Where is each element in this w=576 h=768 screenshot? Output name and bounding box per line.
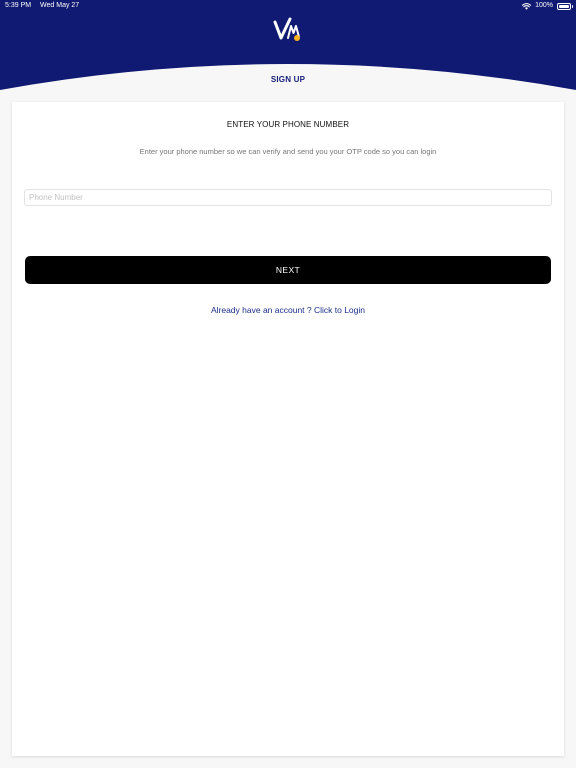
header: 5:39 PM Wed May 27 100% SIGN UP — [0, 0, 576, 100]
card-heading: ENTER YOUR PHONE NUMBER — [226, 120, 350, 129]
status-date: Wed May 27 — [40, 2, 80, 9]
status-time: 5:39 PM — [5, 2, 32, 9]
login-link[interactable]: Already have an account ? Click to Login — [12, 305, 564, 315]
battery-icon — [557, 2, 573, 10]
phone-number-input[interactable] — [24, 189, 552, 206]
signup-card: ENTER YOUR PHONE NUMBER Enter your phone… — [12, 102, 564, 756]
status-bar: 5:39 PM Wed May 27 100% — [0, 0, 576, 12]
app-logo — [273, 17, 300, 41]
page-title: SIGN UP — [270, 75, 306, 84]
battery-percent: 100% — [535, 2, 553, 9]
status-left: 5:39 PM Wed May 27 — [5, 0, 86, 12]
wifi-icon — [522, 2, 532, 10]
signup-screen: 5:39 PM Wed May 27 100% SIGN UP ENTER YO… — [0, 0, 576, 768]
status-right: 100% — [522, 0, 573, 12]
next-button[interactable]: NEXT — [25, 256, 551, 284]
header-background — [0, 0, 576, 90]
card-description: Enter your phone number so we can verify… — [139, 147, 437, 156]
